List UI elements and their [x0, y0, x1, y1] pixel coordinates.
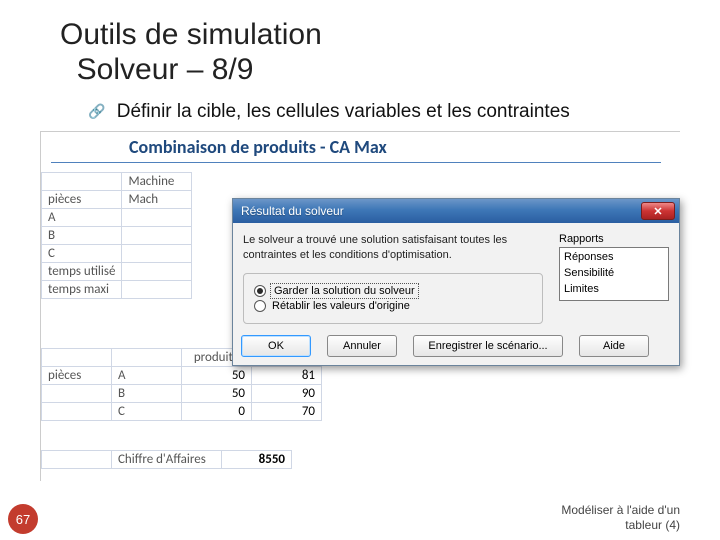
bullet-line: Définir la cible, les cellules variables… [88, 101, 680, 123]
cell: temps utilisé [42, 263, 122, 281]
close-button[interactable]: ✕ [641, 202, 675, 220]
reports-listbox[interactable]: Réponses Sensibilité Limites [559, 247, 669, 301]
cancel-button[interactable]: Annuler [327, 335, 397, 357]
report-item[interactable]: Réponses [564, 250, 664, 266]
dialog-titlebar[interactable]: Résultat du solveur ✕ [233, 199, 679, 223]
dialog-message: Le solveur a trouvé une solution satisfa… [243, 233, 543, 263]
page-number-badge: 67 [8, 504, 38, 534]
sheet-title: Combinaison de produits - CA Max [129, 136, 387, 158]
bullet-text: Définir la cible, les cellules variables… [117, 101, 570, 122]
cell: Machine [122, 173, 192, 191]
reports-label: Rapports [559, 233, 669, 245]
help-label: Aide [603, 340, 625, 352]
save-scenario-button[interactable]: Enregistrer le scénario... [413, 335, 563, 357]
cell: C [42, 245, 122, 263]
cell: B [42, 227, 122, 245]
cell: 0 [182, 403, 252, 421]
cell: temps maxi [42, 281, 122, 299]
footer-line1: Modéliser à l'aide d'un [561, 503, 680, 517]
cell: A [112, 367, 182, 385]
cancel-label: Annuler [343, 340, 381, 352]
dialog-buttons: OK Annuler Enregistrer le scénario... Ai… [241, 335, 671, 357]
footer-line2: tableur (4) [625, 518, 680, 532]
close-icon: ✕ [653, 205, 662, 218]
sheet-bottom-block: Chiffre d'Affaires 8550 [41, 450, 292, 469]
sheet-top-block: Machine piècesMach A B C temps utilisé t… [41, 172, 192, 299]
radio-restore-label: Rétablir les valeurs d'origine [272, 300, 410, 312]
slide-title: Outils de simulation Solveur – 8/9 [60, 18, 680, 87]
cell: 50 [182, 385, 252, 403]
report-item[interactable]: Limites [564, 282, 664, 298]
solver-result-dialog: Résultat du solveur ✕ Le solveur a trouv… [232, 198, 680, 366]
cell: 81 [252, 367, 322, 385]
cell: Chiffre d'Affaires [112, 451, 222, 469]
cell: pièces [42, 367, 112, 385]
save-label: Enregistrer le scénario... [428, 340, 547, 352]
cell: 8550 [222, 451, 292, 469]
msg-line2: contraintes et les conditions d'optimisa… [243, 249, 452, 261]
help-button[interactable]: Aide [579, 335, 649, 357]
radio-panel: Garder la solution du solveur Rétablir l… [243, 273, 543, 324]
cell: C [112, 403, 182, 421]
ok-button[interactable]: OK [241, 335, 311, 357]
cell: 50 [182, 367, 252, 385]
radio-keep-solution[interactable]: Garder la solution du solveur [254, 285, 532, 297]
msg-line1: Le solveur a trouvé une solution satisfa… [243, 234, 507, 246]
reports-section: Rapports Réponses Sensibilité Limites [559, 233, 669, 301]
dialog-body: Le solveur a trouvé une solution satisfa… [233, 223, 679, 365]
cell: pièces [42, 191, 122, 209]
slide-footer: Modéliser à l'aide d'un tableur (4) [561, 503, 680, 532]
title-line1: Outils de simulation [60, 18, 322, 51]
title-line2: Solveur – 8/9 [77, 53, 254, 86]
cell: B [112, 385, 182, 403]
radio-keep-label: Garder la solution du solveur [272, 285, 417, 297]
cell: 70 [252, 403, 322, 421]
dialog-title: Résultat du solveur [241, 204, 344, 218]
title-rule [51, 162, 661, 163]
radio-icon [254, 285, 266, 297]
radio-restore-values[interactable]: Rétablir les valeurs d'origine [254, 300, 532, 312]
slide: Outils de simulation Solveur – 8/9 Défin… [0, 0, 720, 540]
ok-label: OK [268, 340, 284, 352]
cell: 90 [252, 385, 322, 403]
radio-icon [254, 300, 266, 312]
cell: Mach [122, 191, 192, 209]
cell: A [42, 209, 122, 227]
page-number: 67 [16, 512, 30, 527]
report-item[interactable]: Sensibilité [564, 266, 664, 282]
